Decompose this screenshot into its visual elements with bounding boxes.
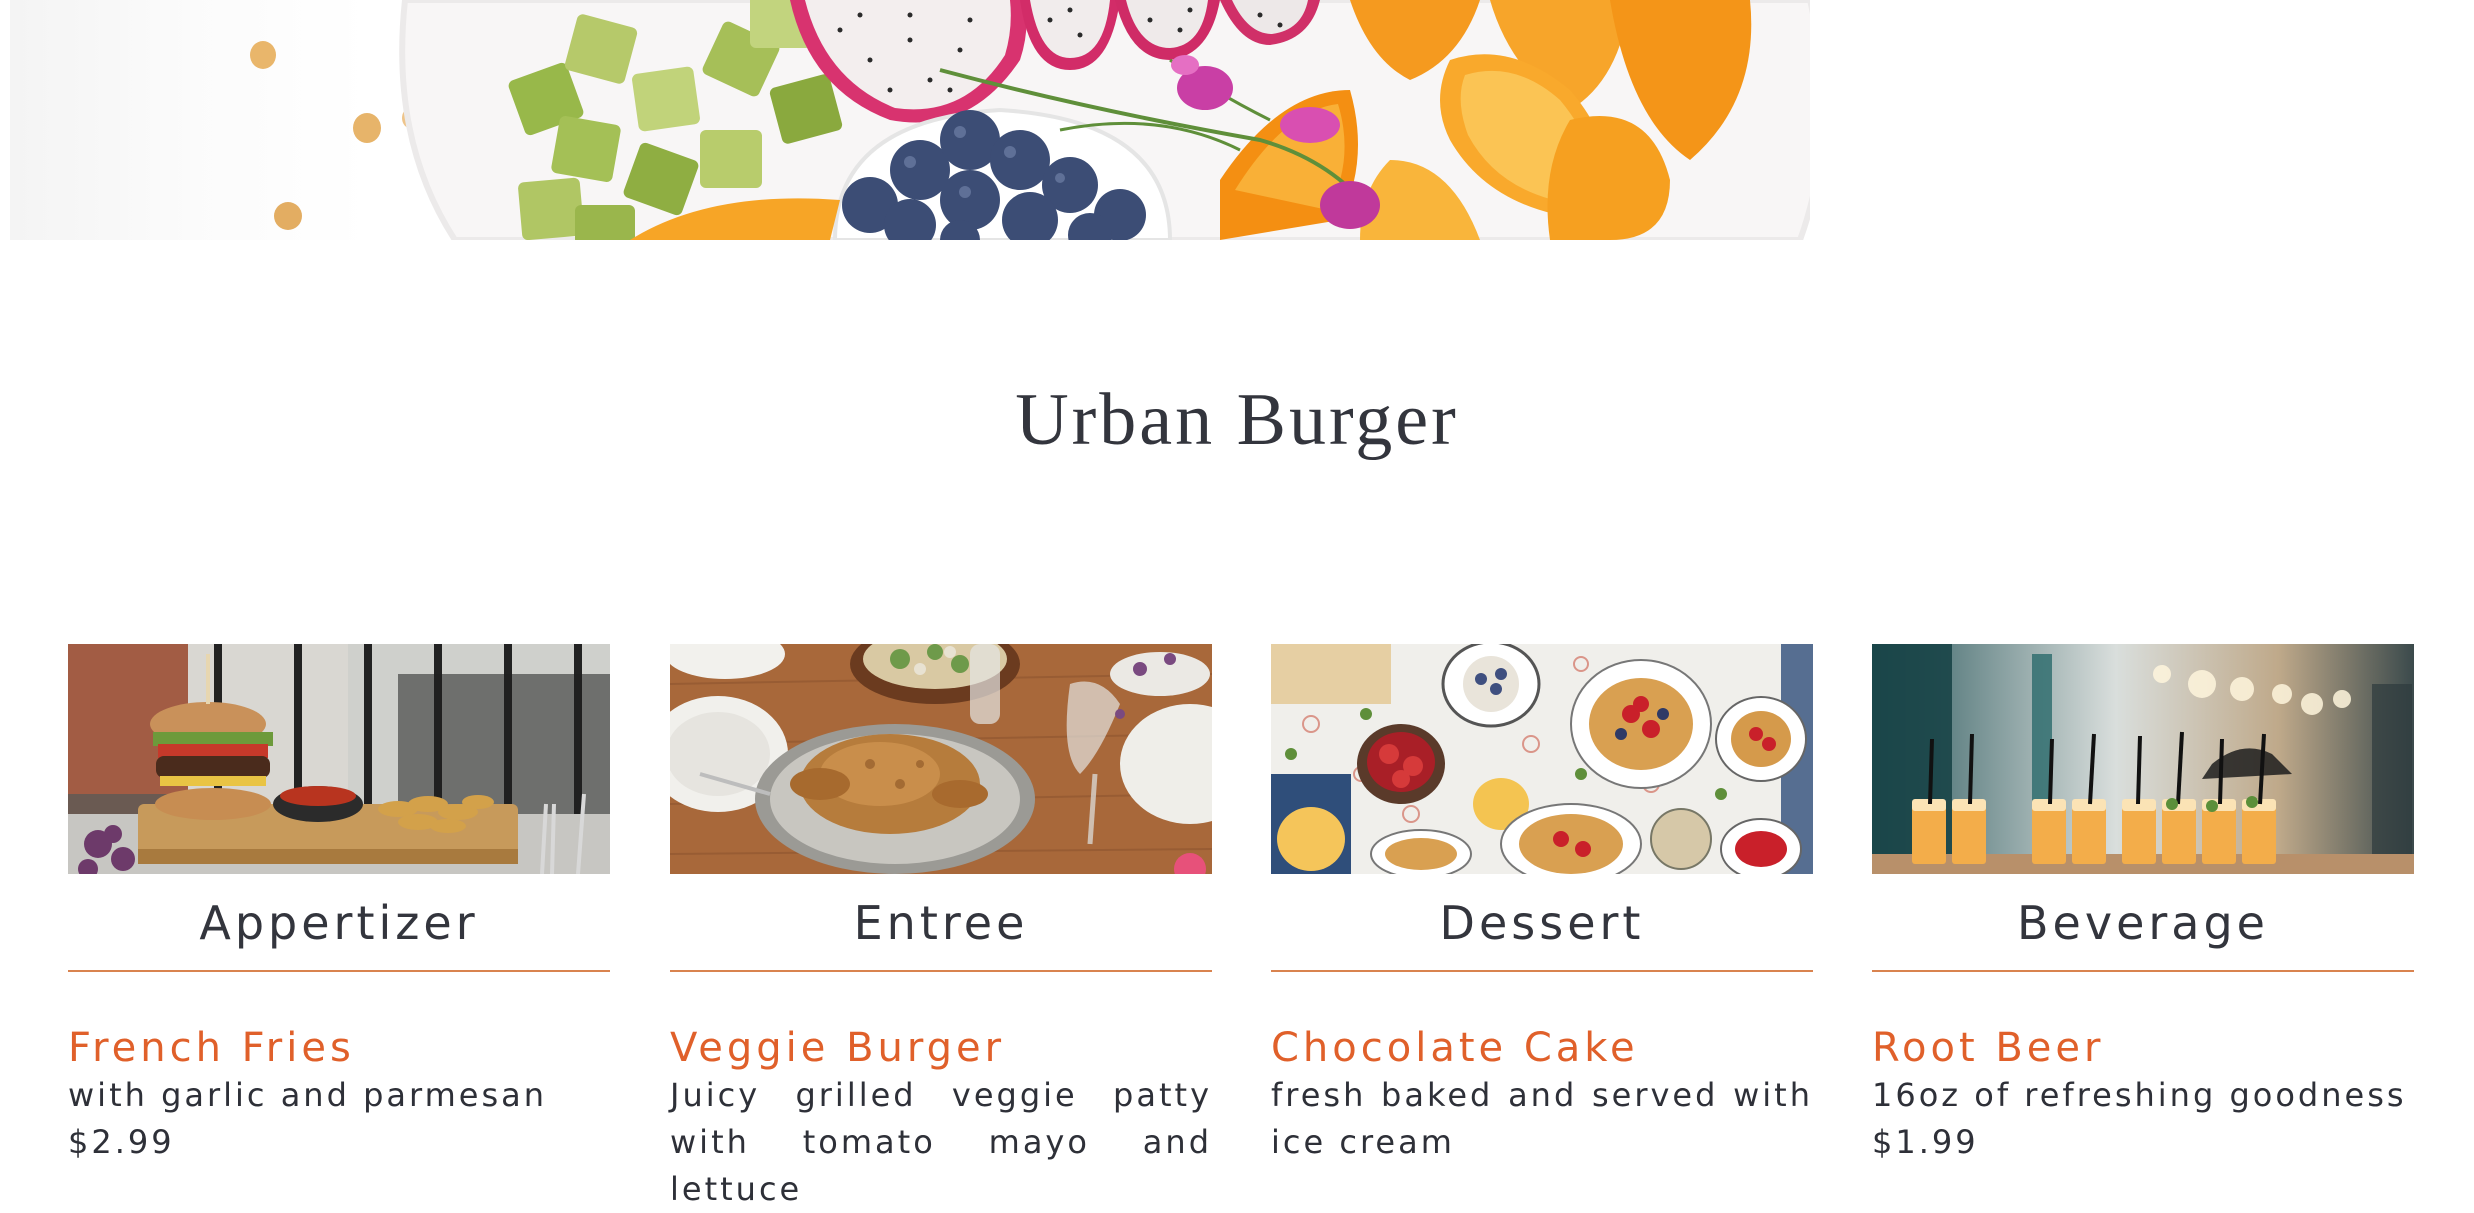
menu-item-description: Juicy grilled veggie patty with tomato m… (670, 1076, 1212, 1208)
menu-item-price: $1.99 (1872, 1123, 1979, 1161)
category-divider (1872, 970, 2414, 972)
category-divider (1271, 970, 1813, 972)
menu-item-description: fresh baked and served with ice cream (1271, 1076, 1813, 1161)
menu-item-name: Chocolate Cake (1271, 1025, 1639, 1071)
menu-column-beverage: Beverage Root Beer 16oz of refreshing go… (1872, 644, 2414, 1166)
category-divider (68, 970, 610, 972)
category-title-entree: Entree (853, 896, 1029, 950)
category-title-beverage: Beverage (2017, 896, 2269, 950)
roast-chicken-photo (670, 644, 1212, 874)
menu-item-price: $2.99 (68, 1123, 175, 1161)
menu-item-name: French Fries (68, 1025, 355, 1071)
menu-column-appetizer: Appertizer French Fries with garlic and … (68, 644, 610, 1166)
category-title-appetizer: Appertizer (199, 896, 479, 950)
category-title-dessert: Dessert (1439, 896, 1645, 950)
restaurant-title: Urban Burger (1015, 379, 1459, 461)
burger-photo (68, 644, 610, 874)
menu-item-name: Veggie Burger (670, 1025, 1006, 1071)
menu-column-dessert: Dessert Chocolate Cake fresh baked and s… (1271, 644, 1813, 1166)
category-divider (670, 970, 1212, 972)
hero-fruit-image (10, 0, 1810, 240)
drinks-photo (1872, 644, 2414, 874)
menu-item-description: 16oz of refreshing goodness (1872, 1076, 2407, 1114)
menu-item-name: Root Beer (1872, 1025, 2105, 1071)
waffles-photo (1271, 644, 1813, 874)
menu-item-description: with garlic and parmesan (68, 1076, 547, 1114)
menu-column-entree: Entree Veggie Burger Juicy grilled veggi… (670, 644, 1212, 1213)
